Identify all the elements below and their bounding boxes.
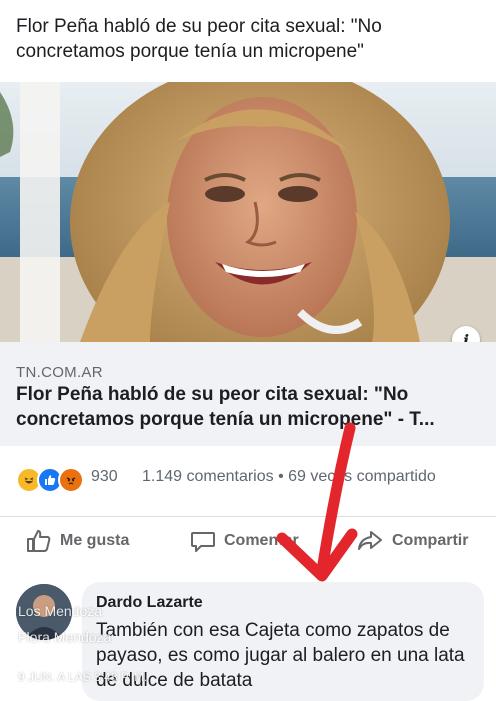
photo-illustration (0, 82, 496, 342)
comment-text: También con esa Cajeta como zapatos de p… (96, 620, 465, 691)
link-title[interactable]: Flor Peña habló de su peor cita sexual: … (16, 382, 486, 432)
comment-author[interactable]: Dardo Lazarte (96, 594, 203, 612)
action-bar: Me gusta Comentar Compartir (0, 516, 496, 569)
comments-shares-count[interactable]: 1.149 comentarios • 69 veces compartido (142, 468, 436, 486)
watermark-name: Los Mendoza (18, 603, 103, 619)
like-label: Me gusta (60, 532, 130, 549)
link-domain: TN.COM.AR (16, 364, 103, 381)
comment-button[interactable]: Comentar (190, 529, 299, 553)
share-icon (358, 531, 382, 550)
post-text: Flor Peña habló de su peor cita sexual: … (16, 16, 382, 62)
comment-icon (191, 532, 215, 552)
reaction-count[interactable]: 930 (91, 468, 118, 486)
post-stats: 930 1.149 comentarios • 69 veces compart… (0, 460, 496, 496)
thumbs-up-icon (27, 530, 51, 552)
angry-icon (58, 467, 84, 493)
link-preview[interactable]: TN.COM.AR Flor Peña habló de su peor cit… (0, 342, 496, 446)
comment-label: Comentar (224, 532, 299, 549)
watermark-date: 9 JUN. A LAS 3:48 P. M. (18, 670, 148, 684)
watermark-page: Flora Mendoza (18, 629, 112, 645)
share-button[interactable]: Compartir (356, 529, 468, 553)
article-photo[interactable] (0, 82, 496, 342)
reaction-icons[interactable] (16, 467, 84, 493)
like-button[interactable]: Me gusta (26, 529, 129, 553)
share-label: Compartir (392, 532, 469, 549)
